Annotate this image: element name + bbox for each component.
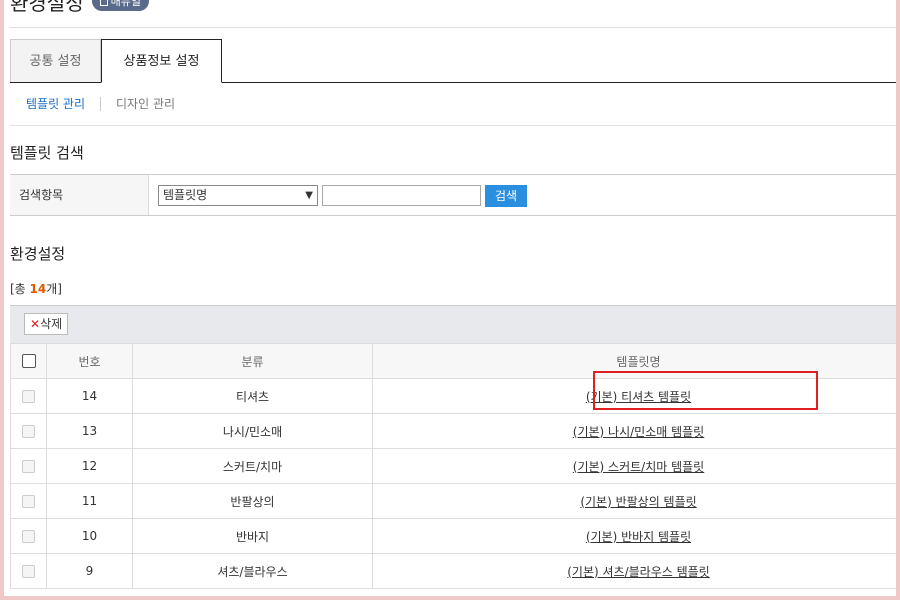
document-icon	[99, 0, 108, 6]
divider	[100, 96, 102, 111]
select-value: 템플릿명	[163, 188, 208, 202]
tab-product-info-settings[interactable]: 상품정보 설정	[101, 39, 222, 83]
row-number: 13	[46, 413, 133, 449]
table-row: 12 스커트/치마 (기본) 스커트/치마 템플릿	[10, 448, 900, 484]
subnav-design-management[interactable]: 디자인 관리	[116, 95, 175, 112]
column-header-category: 분류	[132, 343, 373, 379]
row-checkbox[interactable]	[22, 565, 35, 578]
row-category: 티셔츠	[132, 378, 373, 414]
row-checkbox[interactable]	[22, 425, 35, 438]
row-category: 반바지	[132, 518, 373, 554]
page-header: 환경설정 매뉴얼	[10, 0, 149, 16]
manual-label: 매뉴얼	[110, 0, 141, 8]
row-category: 반팔상의	[132, 483, 373, 519]
template-name-link[interactable]: (기본) 스커트/치마 템플릿	[573, 460, 704, 474]
template-name-link[interactable]: (기본) 반바지 템플릿	[586, 530, 691, 544]
table-toolbar: ✕삭제	[10, 305, 900, 344]
select-all-checkbox[interactable]	[21, 354, 36, 369]
page-title: 환경설정	[10, 0, 84, 15]
row-number: 9	[46, 553, 133, 589]
close-icon: ✕	[30, 317, 41, 331]
row-number: 14	[46, 378, 133, 414]
row-checkbox[interactable]	[22, 460, 35, 473]
row-number: 11	[46, 483, 133, 519]
table-row: 10 반바지 (기본) 반바지 템플릿	[10, 518, 900, 554]
row-category: 스커트/치마	[132, 448, 373, 484]
table-row: 13 나시/민소매 (기본) 나시/민소매 템플릿	[10, 413, 900, 449]
total-count-value: 14	[29, 282, 47, 296]
tab-bar: 공통 설정 상품정보 설정	[10, 39, 900, 83]
settings-section-title: 환경설정	[10, 245, 66, 263]
total-prefix: [총	[10, 282, 30, 296]
row-category: 셔츠/블라우스	[132, 553, 373, 589]
chevron-down-icon: ▼	[305, 190, 313, 201]
table-row: 9 셔츠/블라우스 (기본) 셔츠/블라우스 템플릿	[10, 553, 900, 589]
sub-navigation: 템플릿 관리 디자인 관리	[26, 95, 175, 112]
divider	[10, 27, 900, 28]
column-header-number: 번호	[46, 343, 133, 379]
row-checkbox[interactable]	[22, 390, 35, 403]
row-number: 10	[46, 518, 133, 554]
row-checkbox[interactable]	[22, 495, 35, 508]
tab-common-settings[interactable]: 공통 설정	[10, 39, 101, 82]
search-field-label: 검색항목	[10, 175, 149, 215]
delete-button[interactable]: ✕삭제	[24, 313, 69, 335]
template-name-link[interactable]: (기본) 나시/민소매 템플릿	[573, 425, 704, 439]
delete-label: 삭제	[40, 317, 63, 331]
subnav-template-management[interactable]: 템플릿 관리	[26, 95, 85, 112]
template-name-link[interactable]: (기본) 반팔상의 템플릿	[580, 495, 696, 509]
divider	[10, 125, 900, 126]
row-category: 나시/민소매	[132, 413, 373, 449]
row-number: 12	[46, 448, 133, 484]
search-field-select[interactable]: 템플릿명 ▼	[158, 185, 318, 206]
search-form: 검색항목 템플릿명 ▼ 검색	[10, 174, 900, 216]
search-section-title: 템플릿 검색	[10, 144, 84, 162]
manual-button[interactable]: 매뉴얼	[91, 0, 149, 11]
row-checkbox[interactable]	[22, 530, 35, 543]
template-name-link[interactable]: (기본) 셔츠/블라우스 템플릿	[567, 565, 709, 579]
highlight-box	[593, 371, 818, 410]
search-input[interactable]	[322, 185, 481, 206]
search-button[interactable]: 검색	[485, 185, 527, 207]
header-checkbox-cell	[10, 343, 47, 379]
total-count: [총 14개]	[10, 280, 62, 297]
total-suffix: 개]	[46, 282, 62, 296]
table-row: 11 반팔상의 (기본) 반팔상의 템플릿	[10, 483, 900, 519]
